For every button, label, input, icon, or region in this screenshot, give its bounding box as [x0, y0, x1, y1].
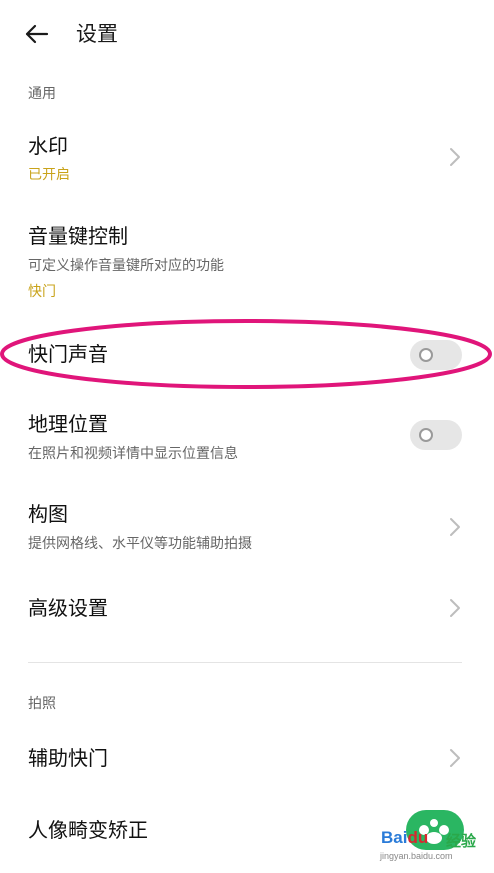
row-title: 水印	[28, 134, 68, 158]
chevron-right-icon	[450, 599, 460, 617]
row-title: 地理位置	[28, 412, 108, 436]
setting-row-volume-key[interactable]: 音量键控制 可定义操作音量键所对应的功能 快门	[0, 214, 494, 310]
chevron-right-icon	[450, 148, 460, 166]
watermark-brand: Baidu	[381, 828, 429, 847]
watermark-url: jingyan.baidu.com	[380, 851, 453, 861]
watermark-cn: 经验	[446, 832, 477, 850]
section-label-general: 通用	[28, 86, 56, 102]
section-label-photo: 拍照	[28, 696, 56, 712]
row-title: 高级设置	[28, 596, 108, 620]
setting-row-watermark[interactable]: 水印 已开启	[0, 124, 494, 194]
row-subtitle: 可定义操作音量键所对应的功能	[28, 258, 224, 274]
arrow-left-icon[interactable]	[22, 20, 50, 48]
row-title: 音量键控制	[28, 224, 128, 248]
chevron-right-icon	[450, 518, 460, 536]
row-title: 人像畸变矫正	[28, 818, 148, 842]
row-status: 已开启	[28, 167, 70, 183]
setting-row-advanced[interactable]: 高级设置	[0, 588, 494, 632]
header: 设置	[0, 0, 494, 70]
location-toggle[interactable]	[410, 420, 462, 450]
row-title: 构图	[28, 502, 68, 526]
chevron-right-icon	[450, 749, 460, 767]
page-title: 设置	[76, 22, 118, 46]
toggle-knob	[419, 428, 433, 442]
row-subtitle: 在照片和视频详情中显示位置信息	[28, 446, 238, 462]
highlight-ellipse	[0, 319, 492, 389]
section-divider	[28, 662, 462, 663]
setting-row-composition[interactable]: 构图 提供网格线、水平仪等功能辅助拍摄	[0, 494, 494, 564]
row-title: 辅助快门	[28, 746, 108, 770]
row-status: 快门	[28, 284, 56, 300]
setting-row-location[interactable]: 地理位置 在照片和视频详情中显示位置信息	[0, 404, 494, 474]
row-subtitle: 提供网格线、水平仪等功能辅助拍摄	[28, 536, 252, 552]
setting-row-assist-shutter[interactable]: 辅助快门	[0, 738, 494, 782]
